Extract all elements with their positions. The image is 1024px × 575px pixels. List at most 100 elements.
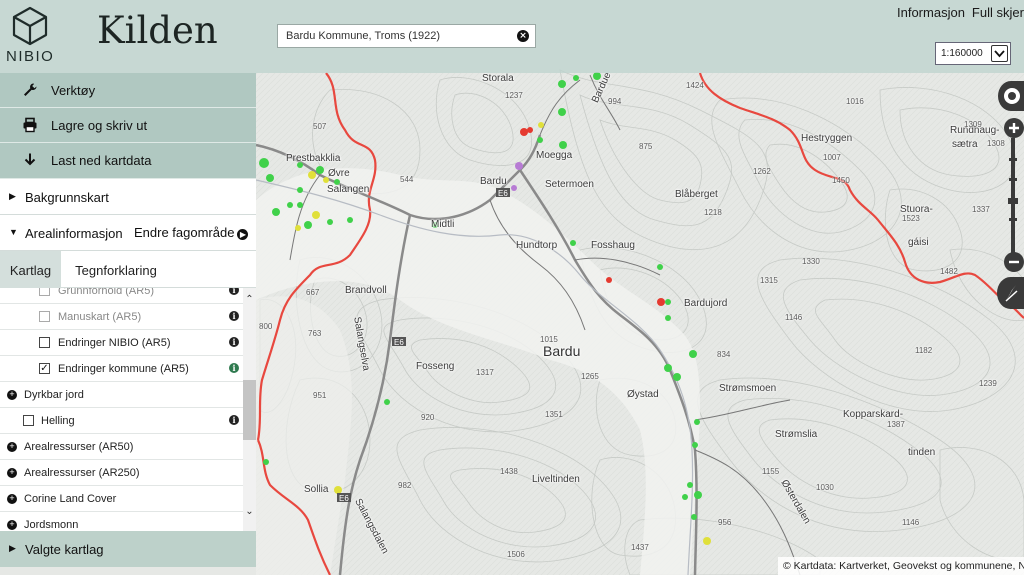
locate-me-button[interactable]	[998, 81, 1024, 111]
layer-checkbox[interactable]	[39, 311, 50, 322]
place-label: Fosseng	[416, 361, 455, 372]
expand-plus-icon[interactable]: +	[7, 494, 17, 504]
tab-tegnforklaring[interactable]: Tegnforklaring	[61, 251, 171, 288]
chevron-up-icon[interactable]: ⌃	[243, 294, 256, 306]
expand-plus-icon[interactable]: +	[7, 468, 17, 478]
place-label: Hundtorp	[516, 240, 558, 251]
layer-checkbox[interactable]	[39, 337, 50, 348]
zoom-out-button[interactable]	[1004, 252, 1024, 272]
elevation-label: 1182	[915, 346, 933, 355]
change-theme-link[interactable]: Endre fagområde ▶	[134, 225, 249, 240]
top-header: NIBIO Kilden × Informasjon Full skjerm 1:…	[0, 0, 1024, 73]
expand-plus-icon[interactable]: +	[7, 520, 17, 530]
info-icon[interactable]: i	[229, 288, 239, 295]
scroll-thumb[interactable]	[243, 380, 256, 440]
layer-group-row[interactable]: + Dyrkbar jord	[0, 382, 243, 408]
selected-layers-section[interactable]: ▶ Valgte kartlag	[0, 531, 256, 567]
elevation-label: 1482	[940, 267, 958, 276]
app-title: Kilden	[97, 9, 218, 52]
zoom-slider[interactable]	[1008, 118, 1018, 270]
caret-right-icon: ▶	[9, 191, 16, 201]
elevation-label: 920	[421, 413, 435, 422]
layer-group-row[interactable]: + Jordsmonn	[0, 512, 243, 531]
wrench-icon	[24, 83, 37, 96]
zoom-slider-track	[1008, 138, 1018, 260]
place-label: Bardujord	[684, 298, 728, 309]
caret-down-icon: ▼	[9, 227, 18, 237]
elevation-label: 834	[717, 350, 731, 359]
place-label: Hestryggen	[801, 133, 853, 144]
layer-group-row[interactable]: + Arealressurser (AR50)	[0, 434, 243, 460]
place-label: Strømslia	[775, 429, 818, 440]
layer-row: ✓ Endringer kommune (AR5) i	[0, 356, 243, 382]
info-icon[interactable]: i	[229, 363, 239, 373]
chevron-down-icon[interactable]	[991, 45, 1008, 62]
place-label-large: Bardu	[543, 343, 581, 359]
elevation-label: 1308	[987, 139, 1005, 148]
elevation-label: 1387	[887, 420, 905, 429]
printer-icon	[23, 117, 37, 133]
top-links: Informasjon Full skjerm	[897, 5, 1024, 20]
place-label: Storala	[482, 73, 514, 84]
elevation-label: 1146	[785, 313, 803, 322]
chevron-down-icon[interactable]: ⌄	[243, 506, 256, 518]
expand-plus-icon[interactable]: +	[7, 390, 17, 400]
section-bakgrunnskart[interactable]: ▶ Bakgrunnskart	[0, 179, 256, 215]
tab-kartlag[interactable]: Kartlag	[0, 251, 61, 288]
compass-button[interactable]	[997, 277, 1024, 309]
tools-menu-item[interactable]: Verktøy	[0, 73, 256, 108]
search-box: ×	[277, 24, 536, 48]
elevation-label: 1438	[500, 467, 518, 476]
layer-label: Grunnforhold (AR5)	[58, 288, 154, 297]
layer-row: Manuskart (AR5) i	[0, 304, 243, 330]
fullscreen-link[interactable]: Full skjerm	[972, 5, 1024, 20]
layer-group-label: Dyrkbar jord	[24, 389, 84, 401]
info-icon[interactable]: i	[229, 337, 239, 347]
change-theme-label: Endre fagområde	[134, 225, 235, 240]
info-icon[interactable]: i	[229, 415, 239, 425]
layer-label: Helling	[41, 415, 75, 427]
map-attribution[interactable]: © Kartdata: Kartverket, Geovekst og komm…	[778, 557, 1024, 575]
info-icon[interactable]: i	[229, 311, 239, 321]
layer-list-scrollbar[interactable]: ⌃ ⌄	[243, 288, 256, 531]
place-label: Øvre	[328, 168, 350, 179]
place-label: Blåberget	[675, 189, 718, 200]
elevation-label: 1450	[832, 176, 850, 185]
elevation-label: 1007	[823, 153, 841, 162]
elevation-label: 507	[313, 122, 327, 131]
layer-row: Endringer NIBIO (AR5) i	[0, 330, 243, 356]
section-arealinformasjon[interactable]: ▼ Arealinformasjon Endre fagområde ▶	[0, 215, 256, 251]
place-label: gáisi	[908, 237, 929, 248]
layer-group-row[interactable]: + Arealressurser (AR250)	[0, 460, 243, 486]
layer-checkbox[interactable]	[23, 415, 34, 426]
layer-group-row[interactable]: + Corine Land Cover	[0, 486, 243, 512]
search-input[interactable]	[278, 25, 508, 47]
expand-plus-icon[interactable]: +	[7, 442, 17, 452]
elevation-label: 1030	[816, 483, 834, 492]
elevation-label: 1309	[964, 120, 982, 129]
save-print-menu-item[interactable]: Lagre og skriv ut	[0, 108, 256, 143]
elevation-label: 1506	[507, 550, 525, 559]
elevation-label: 763	[308, 329, 322, 338]
layer-checkbox[interactable]	[39, 288, 50, 296]
download-menu-item[interactable]: Last ned kartdata	[0, 143, 256, 179]
place-label: sætra	[952, 139, 978, 150]
place-label: Salangen	[327, 184, 370, 195]
info-link[interactable]: Informasjon	[897, 5, 965, 20]
compass-icon	[1005, 285, 1018, 302]
caret-right-icon: ▶	[9, 543, 16, 553]
layer-label: Manuskart (AR5)	[58, 311, 142, 323]
sidebar: Verktøy Lagre og skriv ut Last ned kartd…	[0, 73, 256, 575]
elevation-label: 544	[400, 175, 414, 184]
clear-search-icon[interactable]: ×	[517, 30, 529, 42]
save-print-label: Lagre og skriv ut	[51, 118, 148, 133]
layer-group-label: Arealressurser (AR250)	[24, 467, 140, 479]
elevation-label: 982	[398, 481, 412, 490]
elevation-label: 1016	[846, 97, 864, 106]
place-label: Kopparskard-	[843, 409, 904, 420]
layer-checkbox-checked[interactable]: ✓	[39, 363, 50, 374]
scale-select[interactable]: 1:160000	[935, 42, 1011, 65]
place-label: Setermoen	[545, 179, 594, 190]
road-number: E6	[339, 494, 349, 503]
elevation-label: 667	[306, 288, 320, 297]
